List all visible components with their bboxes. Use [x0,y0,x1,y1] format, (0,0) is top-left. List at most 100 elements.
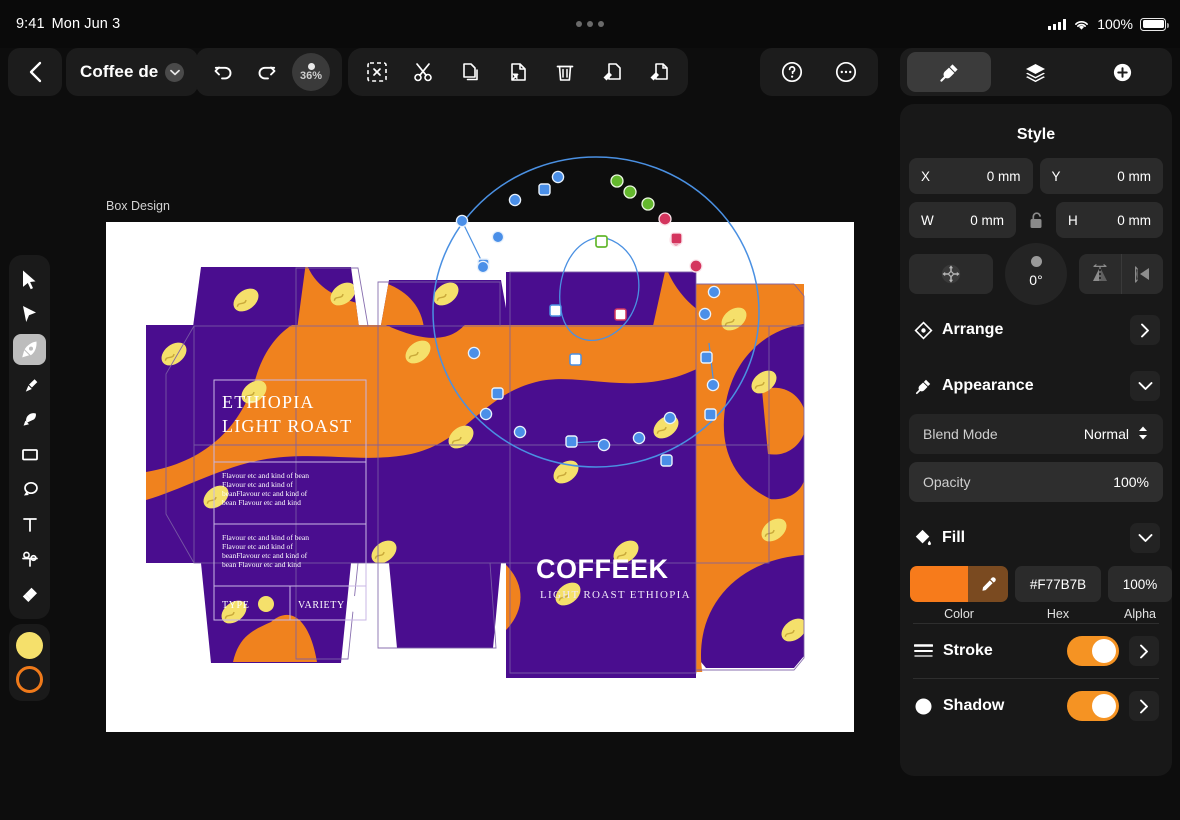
multitask-grabber-icon[interactable] [576,21,604,27]
canvas-area[interactable]: Box Design ETHIOPIA LIGHT ROAST Flavour … [50,96,900,820]
x-field[interactable]: X 0 mm [909,158,1033,194]
packaging-dieline-artwork: ETHIOPIA LIGHT ROAST Flavour etc and kin… [146,267,805,678]
artboard[interactable]: ETHIOPIA LIGHT ROAST Flavour etc and kin… [106,222,854,732]
section-appearance[interactable]: Appearance [909,358,1163,414]
tab-add[interactable] [1081,52,1165,92]
w-value: 0 mm [970,212,1004,228]
tool-paint[interactable] [13,404,46,435]
document-name-button[interactable]: Coffee de [66,48,199,96]
w-field[interactable]: W 0 mm [909,202,1016,238]
delete-button[interactable] [546,52,584,92]
deselect-frame-icon [367,62,387,82]
tool-select[interactable] [13,264,46,295]
divider-shadow [913,678,1159,679]
zoom-level-button[interactable]: 36% [292,53,330,91]
flip-vertical-icon [1134,266,1149,283]
arrange-chevron-right-icon[interactable] [1130,315,1160,345]
stroke-toggle[interactable] [1067,636,1119,666]
fill-swatch-button[interactable] [16,632,43,659]
flip-vertical-button[interactable] [1121,254,1163,294]
wifi-icon [1075,20,1089,30]
rotation-dial[interactable]: 0° [1005,243,1067,305]
tool-node[interactable] [13,299,46,330]
tab-layers[interactable] [994,52,1078,92]
text-t-icon [22,518,37,532]
x-label: X [921,168,931,184]
fill-alpha-cell: 100% Alpha [1108,566,1172,621]
flip-horizontal-icon [1093,264,1107,282]
copy-button[interactable] [452,52,490,92]
eyedropper-button[interactable] [968,566,1008,602]
section-fill[interactable]: Fill [909,510,1163,566]
tool-pencil[interactable] [13,369,46,400]
blend-mode-value: Normal [1083,426,1129,442]
scissors-icon [414,63,432,82]
shadow-row[interactable]: Shadow [909,681,1163,731]
appearance-chevron-down-icon[interactable] [1130,371,1160,401]
shadow-label: Shadow [943,697,1005,714]
paste-style-button[interactable] [640,52,678,92]
flip-group [1079,254,1163,294]
shadow-chevron-right-icon[interactable] [1129,691,1159,721]
pencil-brush-icon [25,379,37,392]
svg-text:COFFEEK: COFFEEK [536,554,669,584]
svg-text:LIGHT ROAST ETHIOPIA: LIGHT ROAST ETHIOPIA [540,589,691,601]
anchor-move-button[interactable] [909,254,993,294]
eraser-icon [22,587,37,602]
blend-mode-label: Blend Mode [923,426,998,442]
fill-alpha-field[interactable]: 100% [1108,566,1172,602]
paste-button[interactable] [499,52,537,92]
fill-hex-field[interactable]: #F77B7B [1015,566,1101,602]
section-arrange[interactable]: Arrange [909,302,1163,358]
undo-icon [214,66,232,80]
tool-shape[interactable] [13,439,46,470]
battery-percent-label: 100% [1097,16,1133,32]
tool-eraser[interactable] [13,579,46,610]
deselect-button[interactable] [358,52,396,92]
stroke-label: Stroke [943,642,993,659]
panel-tabs-group [900,48,1172,96]
svg-text:bean Flavour etc and kind: bean Flavour etc and kind [222,560,301,569]
tool-scissors[interactable] [13,544,46,575]
chevron-down-icon[interactable] [165,62,185,82]
fill-alpha-value: 100% [1122,576,1158,592]
y-field[interactable]: Y 0 mm [1039,158,1163,194]
tool-pen[interactable] [13,334,46,365]
stroke-swatch-button[interactable] [16,666,43,693]
undo-button[interactable] [204,52,244,92]
fill-chevron-down-icon[interactable] [1130,523,1160,553]
tool-text[interactable] [13,509,46,540]
shadow-toggle[interactable] [1067,691,1119,721]
aspect-lock-button[interactable] [1023,211,1049,230]
opacity-value: 100% [1113,474,1149,490]
opacity-row[interactable]: Opacity 100% [909,462,1163,502]
svg-text:ETHIOPIA: ETHIOPIA [222,392,315,412]
svg-text:Flavour etc and kind of: Flavour etc and kind of [222,480,293,489]
copy-style-button[interactable] [593,52,631,92]
svg-text:Flavour etc and kind of: Flavour etc and kind of [222,542,293,551]
fill-hex-cell: #F77B7B Hex [1015,566,1101,621]
h-label: H [1068,212,1078,228]
svg-text:bean Flavour etc and kind: bean Flavour etc and kind [222,498,301,507]
stroke-lines-icon [913,643,933,659]
help-button[interactable] [772,52,812,92]
back-button[interactable] [15,52,55,92]
zoom-level-label: 36% [299,69,323,82]
tab-style[interactable] [907,52,992,92]
cut-button[interactable] [405,52,443,92]
back-button-group [8,48,62,96]
stroke-row[interactable]: Stroke [909,626,1163,676]
fill-label: Fill [942,529,966,546]
up-down-chevrons-icon [1137,425,1149,444]
flip-horizontal-button[interactable] [1079,254,1121,294]
h-field[interactable]: H 0 mm [1056,202,1163,238]
stroke-chevron-right-icon[interactable] [1129,636,1159,666]
more-button[interactable] [826,52,866,92]
tool-rail [9,255,50,619]
redo-button[interactable] [246,52,286,92]
rectangle-icon [21,449,38,461]
blend-mode-row[interactable]: Blend Mode Normal [909,414,1163,454]
svg-text:TYPE: TYPE [222,600,249,611]
tool-lasso[interactable] [13,474,46,505]
fill-color-button[interactable] [910,566,1008,602]
